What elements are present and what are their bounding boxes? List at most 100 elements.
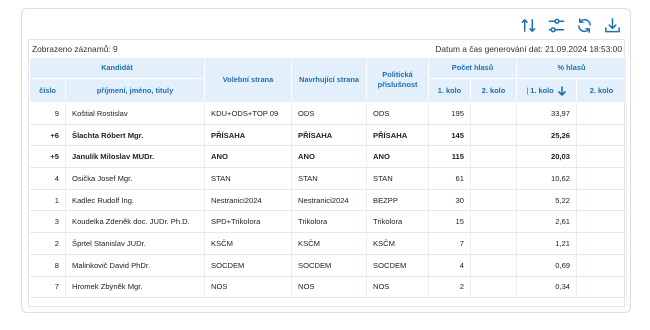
download-button[interactable]	[602, 15, 622, 35]
cell-navrhujici-strana: NOS	[291, 276, 367, 299]
cell-hlasy-kolo2	[470, 145, 518, 169]
cell-volebni-strana: KDU+ODS+TOP 09	[204, 102, 292, 125]
header-cislo[interactable]: číslo	[29, 78, 66, 103]
cell-volebni-strana: KSČM	[204, 232, 292, 255]
results-panel: Zobrazeno záznamů: 9 Datum a čas generov…	[28, 39, 628, 307]
cell-procenta-kolo1: 0,34	[516, 276, 578, 299]
cell-procenta-kolo2	[576, 189, 628, 212]
cell-volebni-strana: ANO	[204, 145, 292, 169]
cell-prislusnost: ANO	[366, 145, 429, 169]
generated-timestamp: Datum a čas generování dat: 21.09.2024 1…	[435, 43, 622, 54]
cell-cislo: 2	[29, 232, 66, 255]
cell-prislusnost: STAN	[366, 167, 429, 190]
cell-hlasy-kolo1: 115	[428, 145, 471, 169]
arrow-down-icon	[557, 85, 566, 96]
cell-prislusnost: Trikolora	[366, 210, 429, 234]
cell-navrhujici-strana: STAN	[291, 167, 367, 190]
cell-cislo: 1	[29, 189, 66, 212]
cell-hlasy-kolo2	[470, 276, 518, 299]
cell-navrhujici-strana: KSČM	[291, 232, 367, 255]
cell-hlasy-kolo1: 195	[428, 102, 471, 125]
cell-prislusnost: ODS	[366, 102, 429, 125]
cell-navrhujici-strana: ODS	[291, 102, 367, 125]
cell-volebni-strana: NOS	[204, 276, 292, 299]
cell-navrhujici-strana: Nestranici2024	[291, 189, 367, 212]
cell-jmeno: Hromek Zbyněk Mgr.	[65, 276, 205, 299]
cell-jmeno: Janulík Miloslav MUDr.	[65, 145, 205, 169]
header-kolo1-procenta-label: 1. kolo	[530, 85, 554, 95]
cell-volebni-strana: Nestranici2024	[204, 189, 292, 212]
table-row[interactable]: 8 Malinkovič David PhDr. SOCDEM SOCDEM SOCDE…	[29, 254, 628, 277]
table-row[interactable]: 1 Kadlec Rudolf Ing. Nestranici2024 Nestran…	[29, 189, 628, 212]
table-row[interactable]: 7 Hromek Zbyněk Mgr. NOS NOS NOS 2 0,34	[29, 276, 628, 299]
cell-procenta-kolo1: 1,21	[516, 232, 578, 255]
header-kolo1-hlasy[interactable]: 1. kolo	[428, 78, 471, 103]
table-row[interactable]: 9 Koštial Rostislav KDU+ODS+TOP 09 ODS ODS 19…	[29, 102, 628, 125]
cell-hlasy-kolo2	[470, 254, 518, 277]
toolbar	[518, 15, 622, 35]
header-kandidat: Kandidát	[29, 57, 205, 79]
header-kolo2-hlasy[interactable]: 2. kolo	[469, 78, 518, 103]
results-table-body: 9 Koštial Rostislav KDU+ODS+TOP 09 ODS ODS 19…	[29, 102, 628, 299]
cell-hlasy-kolo1: 15	[428, 210, 471, 234]
filter-button[interactable]	[546, 15, 566, 35]
sort-button[interactable]	[518, 15, 538, 35]
table-row[interactable]: 4 Osička Josef Mgr. STAN STAN STAN 61 10,62	[29, 167, 628, 190]
cell-hlasy-kolo2	[470, 124, 518, 147]
table-row[interactable]: 3 Koudelka Zdeněk doc. JUDr. Ph.D. SPD+Tri…	[29, 210, 628, 234]
cell-procenta-kolo1: 20,03	[516, 145, 578, 169]
cell-hlasy-kolo2	[470, 210, 518, 234]
cell-hlasy-kolo2	[470, 232, 518, 255]
cell-hlasy-kolo1: 7	[428, 232, 471, 255]
cell-jmeno: Šlachta Róbert Mgr.	[65, 124, 205, 147]
cell-procenta-kolo1: 5,22	[516, 189, 578, 212]
cell-procenta-kolo2	[576, 210, 628, 234]
cell-prislusnost: PŘÍSAHA	[366, 124, 429, 147]
cell-hlasy-kolo1: 145	[428, 124, 471, 147]
header-jmeno[interactable]: příjmení, jméno, tituly	[65, 78, 205, 103]
cell-procenta-kolo1: 0,69	[516, 254, 578, 277]
cell-hlasy-kolo2	[470, 189, 518, 212]
table-row[interactable]: +6 Šlachta Róbert Mgr. PŘÍSAHA PŘÍSAHA PŘÍSA…	[29, 124, 628, 147]
cell-procenta-kolo2	[576, 276, 628, 299]
cell-procenta-kolo2	[576, 145, 628, 169]
cell-jmeno: Kadlec Rudolf Ing.	[65, 189, 205, 212]
cell-volebni-strana: SOCDEM	[204, 254, 292, 277]
cell-cislo: 8	[29, 254, 66, 277]
cell-volebni-strana: SPD+Trikolora	[204, 210, 292, 234]
cell-cislo: 9	[29, 102, 66, 125]
cell-cislo: 7	[29, 276, 66, 299]
table-row[interactable]: +5 Janulík Miloslav MUDr. ANO ANO ANO 115 20,0…	[29, 145, 628, 169]
header-procent-hlasu: % hlasů	[516, 57, 628, 79]
cell-navrhujici-strana: ANO	[291, 145, 367, 169]
cell-procenta-kolo1: 25,26	[516, 124, 578, 147]
cell-hlasy-kolo2	[470, 167, 518, 190]
cell-jmeno: Koudelka Zdeněk doc. JUDr. Ph.D.	[65, 210, 205, 234]
cell-cislo: +5	[29, 145, 66, 169]
cell-navrhujici-strana: SOCDEM	[291, 254, 367, 277]
cell-procenta-kolo2	[576, 167, 628, 190]
cell-cislo: 4	[29, 167, 66, 190]
text-cursor: |	[526, 85, 529, 95]
meta-bar: Zobrazeno záznamů: 9 Datum a čas generov…	[29, 40, 624, 57]
cell-hlasy-kolo1: 2	[428, 276, 471, 299]
cell-navrhujici-strana: Trikolora	[291, 210, 367, 234]
header-kolo1-procenta[interactable]: | 1. kolo	[516, 78, 578, 103]
table-row[interactable]: 2 Šprtel Stanislav JUDr. KSČM KSČM KSČM 7 1,21	[29, 232, 628, 255]
cell-hlasy-kolo1: 30	[428, 189, 471, 212]
refresh-button[interactable]	[574, 15, 594, 35]
cell-prislusnost: KSČM	[366, 232, 429, 255]
sort-icon	[521, 18, 535, 32]
results-card: Zobrazeno záznamů: 9 Datum a čas generov…	[21, 8, 631, 313]
cell-jmeno: Malinkovič David PhDr.	[65, 254, 205, 277]
header-kolo2-procenta[interactable]: 2. kolo	[576, 78, 628, 103]
cell-procenta-kolo2	[576, 102, 628, 125]
cell-hlasy-kolo1: 4	[428, 254, 471, 277]
cell-cislo: +6	[29, 124, 66, 147]
records-count: Zobrazeno záznamů: 9	[32, 43, 118, 54]
header-volebni-strana[interactable]: Volební strana	[204, 57, 292, 103]
cell-procenta-kolo1: 33,97	[516, 102, 578, 125]
header-navrhujici-strana[interactable]: Navrhující strana	[291, 57, 367, 103]
header-pocet-hlasu: Počet hlasů	[427, 57, 518, 79]
header-politicka-prislusnost[interactable]: Politická příslušnost	[366, 57, 429, 103]
